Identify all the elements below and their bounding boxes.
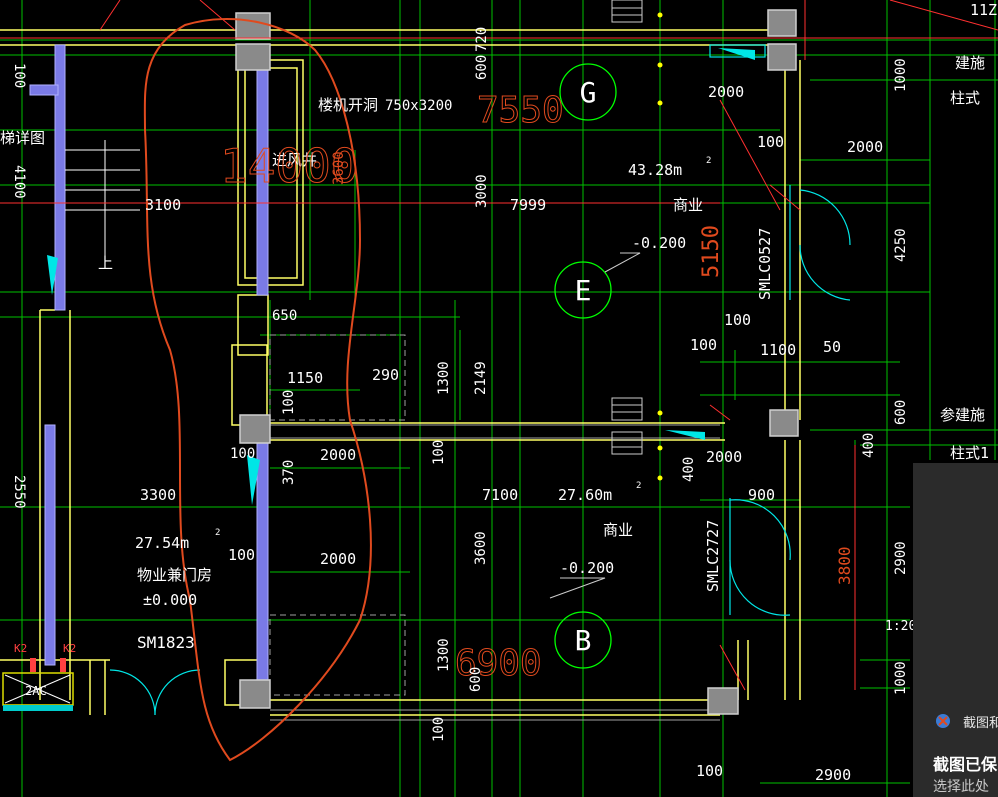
ac-label: 2AC bbox=[25, 684, 47, 698]
dim-1100: 1100 bbox=[760, 341, 796, 359]
dim-50: 50 bbox=[823, 338, 841, 356]
dim-100-f: 100 bbox=[757, 133, 784, 151]
elevation-1: -0.200 bbox=[632, 234, 686, 252]
stair-arrows bbox=[47, 48, 755, 505]
right-label-1: 建施 bbox=[955, 54, 985, 72]
k2-label-a: K2 bbox=[14, 642, 27, 655]
property-room-label: 物业兼门房 bbox=[137, 566, 212, 584]
dim-100-i: 100 bbox=[696, 762, 723, 780]
dim-1300-b: 1300 bbox=[436, 638, 452, 672]
cad-drawing-canvas[interactable]: 梯详图 楼机开洞 750x3200 进风井 上 43.28m 2 商业 -0.2… bbox=[0, 0, 998, 797]
red-number-5150: 5150 bbox=[699, 225, 724, 278]
dim-3600-top: 3600 bbox=[331, 151, 347, 185]
up-label: 上 bbox=[98, 254, 113, 272]
stair bbox=[65, 140, 140, 260]
window-label-2: SMLC2727 bbox=[704, 520, 722, 592]
right-label-3: 参建施 bbox=[940, 406, 985, 424]
dim-1000: 1000 bbox=[893, 661, 909, 695]
area-1: 43.28m bbox=[628, 161, 682, 179]
dim-2000-c: 2000 bbox=[708, 83, 744, 101]
dim-2000-e: 2000 bbox=[706, 448, 742, 466]
axis-g: G bbox=[580, 76, 597, 109]
dim-4100: 4100 bbox=[11, 165, 27, 199]
dim-400-a: 400 bbox=[861, 433, 877, 458]
dim-100-b: 100 bbox=[281, 390, 297, 415]
dim-2550: 2550 bbox=[11, 475, 27, 509]
dim-3100: 3100 bbox=[145, 196, 181, 214]
dim-100-j: 100 bbox=[431, 717, 447, 742]
toast-title: 截图已保 bbox=[933, 755, 998, 774]
commerce-2: 商业 bbox=[603, 521, 633, 539]
window-label-1: SMLC0527 bbox=[756, 228, 774, 300]
dim-4250: 4250 bbox=[893, 228, 909, 262]
dim-2900-a: 2900 bbox=[893, 541, 909, 575]
snipping-tool-icon bbox=[936, 714, 950, 728]
dim-400-b: 400 bbox=[681, 457, 697, 482]
dim-1150: 1150 bbox=[287, 369, 323, 387]
toast-app-name: 截图和 bbox=[963, 716, 998, 731]
dim-2149: 2149 bbox=[473, 361, 489, 395]
right-label-5: 1:20 bbox=[885, 619, 916, 634]
dim-600-c: 600 bbox=[893, 400, 909, 425]
red-number-7550: 7550 bbox=[477, 90, 564, 131]
axis-e: E bbox=[575, 274, 592, 307]
area-1-sup: 2 bbox=[706, 156, 711, 166]
dim-100-g: 100 bbox=[724, 311, 751, 329]
dim-7100: 7100 bbox=[482, 486, 518, 504]
dim-290: 290 bbox=[372, 366, 399, 384]
toast-subtitle[interactable]: 选择此处 bbox=[933, 776, 989, 796]
dim-720: 720 bbox=[474, 27, 490, 52]
commerce-1: 商业 bbox=[673, 196, 703, 214]
dim-600-a: 600 bbox=[474, 55, 490, 80]
area-3-sup: 2 bbox=[215, 528, 220, 538]
screenshot-saved-toast[interactable]: 截图和 截图已保 选择此处 bbox=[913, 463, 998, 797]
axis-bubbles bbox=[554, 63, 617, 669]
door-label: SM1823 bbox=[137, 633, 195, 652]
dim-100-c: 100 bbox=[431, 440, 447, 465]
dim-2900-b: 2900 bbox=[815, 766, 851, 784]
elevation-3: ±0.000 bbox=[143, 591, 197, 609]
axis-b: B bbox=[575, 624, 592, 657]
dim-2000-d: 2000 bbox=[847, 138, 883, 156]
shaft-opening-label: 楼机开洞 bbox=[318, 96, 378, 114]
dim-3300: 3300 bbox=[140, 486, 176, 504]
dim-100-top: 100 bbox=[11, 63, 27, 88]
area-2-sup: 2 bbox=[636, 481, 641, 491]
dim-3600: 3600 bbox=[473, 531, 489, 565]
elevation-2: -0.200 bbox=[560, 559, 614, 577]
area-3: 27.54m bbox=[135, 534, 189, 552]
right-label-2: 柱式 bbox=[950, 89, 980, 107]
right-top-label: 11Z bbox=[970, 1, 997, 19]
dim-3800: 3800 bbox=[835, 546, 854, 585]
opening-size-label: 750x3200 bbox=[385, 98, 452, 114]
k2-label-b: K2 bbox=[63, 642, 76, 655]
dim-1300-a: 1300 bbox=[436, 361, 452, 395]
dim-600-b: 600 bbox=[468, 667, 484, 692]
dim-100-h: 100 bbox=[690, 336, 717, 354]
dim-7999: 7999 bbox=[510, 196, 546, 214]
dim-100-e: 100 bbox=[228, 546, 255, 564]
dim-100-d: 100 bbox=[230, 446, 255, 462]
dim-2000-b: 2000 bbox=[320, 550, 356, 568]
dim-900: 900 bbox=[748, 486, 775, 504]
dim-650: 650 bbox=[272, 308, 297, 324]
right-label-4: 柱式1 bbox=[950, 444, 989, 462]
dim-3000: 3000 bbox=[474, 174, 490, 208]
stair-detail-label: 梯详图 bbox=[0, 129, 45, 147]
dim-2000-a: 2000 bbox=[320, 446, 356, 464]
area-2: 27.60m bbox=[558, 486, 612, 504]
dim-1000-top: 1000 bbox=[893, 58, 909, 92]
dim-370: 370 bbox=[281, 460, 297, 485]
